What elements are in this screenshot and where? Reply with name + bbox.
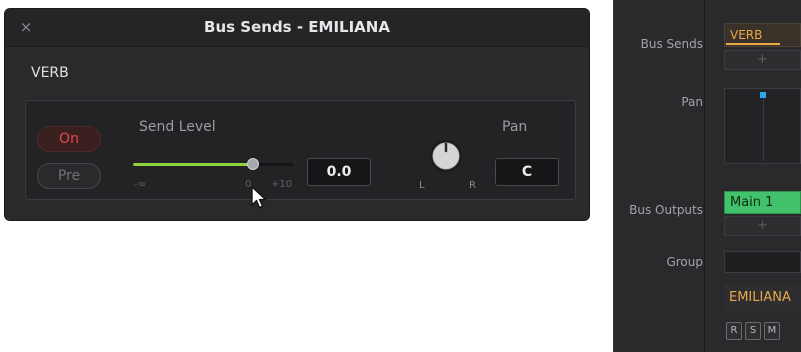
pre-button[interactable]: Pre	[37, 163, 101, 189]
mixer-edge-divider	[613, 0, 614, 352]
bus-send-level-bar	[726, 43, 780, 45]
bus-output-slot-main1[interactable]: Main 1	[724, 191, 801, 214]
solo-button[interactable]: S	[745, 322, 761, 340]
send-level-fader-handle[interactable]	[247, 158, 259, 170]
dialog-title: Bus Sends - EMILIANA	[204, 18, 390, 36]
mixer-column-divider	[704, 0, 705, 352]
mouse-cursor-icon	[251, 186, 267, 209]
fader-tick-min: -∞	[134, 179, 146, 190]
on-button[interactable]: On	[37, 126, 101, 152]
send-level-fader-track[interactable]	[133, 163, 293, 166]
pan-position-marker	[760, 92, 766, 98]
track-name-label[interactable]: EMILIANA	[724, 284, 801, 312]
pan-center-line	[763, 95, 764, 161]
bus-sends-dialog: × Bus Sends - EMILIANA VERB On Pre Send …	[4, 8, 590, 221]
send-level-value-field[interactable]: 0.0	[307, 158, 371, 186]
fader-tick-max: +10	[271, 179, 293, 190]
send-level-label: Send Level	[139, 119, 216, 135]
record-arm-button[interactable]: R	[726, 322, 742, 340]
bus-name-label: VERB	[31, 65, 69, 81]
mixer-label-group: Group	[666, 255, 703, 269]
send-panel: On Pre Send Level -∞ 0 +10 0.0 L R Pan C	[25, 100, 576, 200]
add-bus-send-button[interactable]: +	[724, 50, 801, 70]
group-slot[interactable]	[724, 251, 801, 273]
mixer-label-bus-outputs: Bus Outputs	[629, 203, 703, 217]
pan-display[interactable]	[724, 88, 801, 164]
mute-button[interactable]: M	[764, 322, 780, 340]
send-level-fader-fill	[133, 163, 253, 166]
mixer-label-bus-sends: Bus Sends	[640, 37, 703, 51]
pan-label: Pan	[502, 119, 528, 135]
pan-knob[interactable]	[429, 139, 463, 173]
pan-knob-left-label: L	[419, 180, 425, 191]
mixer-label-pan: Pan	[681, 95, 703, 109]
pan-knob-right-label: R	[469, 180, 476, 191]
pan-value-field[interactable]: C	[495, 158, 559, 186]
dialog-title-bar: × Bus Sends - EMILIANA	[5, 9, 589, 47]
add-bus-output-button[interactable]: +	[724, 216, 801, 236]
